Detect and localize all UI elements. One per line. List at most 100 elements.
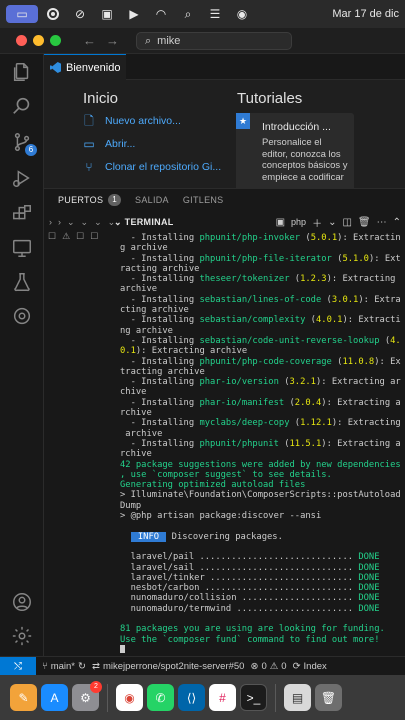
app-store-icon[interactable]: A (41, 684, 68, 711)
terminal-text: > Illuminate\Foundation\ComposerScripts:… (120, 490, 401, 501)
battery-icon[interactable]: ▣ (95, 5, 119, 23)
vscode-logo-icon (50, 62, 61, 73)
terminal-text: ): Extra (358, 294, 401, 305)
documents-stack-icon[interactable]: ▤ (284, 684, 311, 711)
index-status[interactable]: ⟳ Index (293, 661, 327, 672)
terminal-line: - Installing phar-io/manifest (2.0.4): E… (120, 398, 405, 408)
terminal-text: phpunit/php-file-iterator (199, 253, 332, 264)
remote-explorer-icon[interactable] (10, 236, 34, 260)
screen-menu-icon[interactable]: ▭ (6, 5, 38, 23)
terminal-text: - Installing (120, 418, 200, 429)
chevron-right-icon[interactable]: › (49, 217, 52, 228)
trash-icon[interactable]: 🗑 (358, 217, 371, 228)
whatsapp-icon[interactable]: ✆ (147, 684, 174, 711)
tab-output[interactable]: SALIDA (135, 195, 169, 205)
terminal-text: > @php artisan package:discover --ansi (120, 511, 322, 522)
problems-status[interactable]: ⊗ 0 ⚠ 0 (250, 661, 286, 672)
terminal-line (120, 644, 405, 653)
chevron-up-icon[interactable]: ⌃ (393, 217, 401, 228)
vscode-icon[interactable]: ⟨⟩ (178, 684, 205, 711)
tab-ports[interactable]: PUERTOS 1 (58, 194, 122, 206)
back-arrow-icon[interactable]: ← (83, 33, 96, 48)
terminal-text: g archive (120, 243, 168, 254)
new-file-link[interactable]: 🗋 Nuevo archivo... (82, 114, 181, 128)
terminal-line: - Installing sebastian/lines-of-code (3.… (120, 295, 405, 305)
terminal-output[interactable]: - Installing phpunit/php-invoker (5.0.1)… (120, 233, 405, 653)
terminal-line: archive (120, 429, 405, 439)
terminal-text: phar-io/manifest (199, 397, 285, 408)
siri-icon[interactable]: ◉ (230, 5, 254, 23)
repo-status[interactable]: ⇄ mikejperrone/spot2nite-server#50 (92, 661, 245, 672)
pages-app-icon[interactable]: ✎ (10, 684, 37, 711)
terminal-text: 3.2.1 (289, 377, 316, 388)
shell-name[interactable]: php (291, 217, 306, 227)
wifi-icon[interactable]: ◠ (149, 5, 173, 23)
terminal-text: ): Extractin (337, 233, 401, 243)
slack-icon[interactable]: # (209, 684, 236, 711)
terminal-text: - Installing (120, 335, 200, 346)
testing-icon[interactable] (10, 270, 34, 294)
play-icon[interactable]: ▶ (122, 5, 146, 23)
gitlens-icon[interactable] (10, 304, 34, 328)
run-debug-icon[interactable] (10, 166, 34, 190)
trash-icon[interactable]: 🗑 (315, 684, 342, 711)
terminal-text: 81 packages you are using are looking fo… (120, 624, 385, 635)
record-icon[interactable] (41, 5, 65, 23)
window-controls (16, 35, 61, 46)
source-control-icon[interactable]: 6 (10, 130, 37, 156)
branch-status[interactable]: ⑂ main* ↻ (42, 661, 86, 672)
terminal-line: - Installing myclabs/deep-copy (1.12.1):… (120, 418, 405, 428)
search-icon[interactable] (10, 94, 34, 118)
tab-welcome[interactable]: Bienvenido (44, 54, 126, 80)
chevron-down-icon[interactable]: ⌄ (67, 217, 75, 228)
clone-repo-link[interactable]: ⑂ Clonar el repositorio Gi... (82, 160, 221, 174)
terminal-line: > Illuminate\Foundation\ComposerScripts:… (120, 490, 405, 500)
zoom-window-button[interactable] (50, 35, 61, 46)
checkbox-icon[interactable]: ☐ (48, 231, 56, 242)
chevron-down-icon[interactable]: ⌄ (328, 217, 336, 228)
sync-icon: ⟳ (292, 660, 301, 672)
terminal-line: - Installing phpunit/php-code-coverage (… (120, 357, 405, 367)
terminal-app-icon[interactable]: >_ (240, 684, 267, 711)
search-icon[interactable]: ⌕ (176, 5, 200, 23)
warning-icon[interactable]: ⚠ (62, 231, 70, 242)
explorer-icon[interactable] (10, 60, 34, 84)
account-icon[interactable] (10, 590, 34, 614)
gitlens-label: GITLENS (182, 195, 224, 205)
terminal-text: DONE (358, 603, 380, 614)
menubar-date[interactable]: Mar 17 de dic (332, 8, 399, 20)
extensions-icon[interactable] (10, 202, 34, 226)
command-center-search[interactable]: ⌕ mike (136, 32, 292, 50)
close-window-button[interactable] (16, 35, 27, 46)
open-link[interactable]: ▭ Abrir... (82, 137, 135, 151)
remote-indicator[interactable]: ⤭ (0, 656, 36, 676)
chrome-icon[interactable]: ◉ (116, 684, 143, 711)
more-actions-icon[interactable]: ⋯ (377, 217, 387, 228)
forward-arrow-icon[interactable]: → (106, 33, 119, 48)
split-terminal-icon[interactable]: ◫ (342, 217, 351, 228)
control-center-icon[interactable]: ☰ (203, 5, 227, 23)
checkbox-icon[interactable]: ☐ (90, 231, 98, 242)
checkbox-icon[interactable]: ☐ (76, 231, 84, 242)
chevron-down-icon[interactable]: ⌄ (81, 217, 89, 228)
new-terminal-icon[interactable]: ＋ (312, 215, 322, 230)
terminal-text: nesbot/carbon ..........................… (120, 583, 359, 594)
terminal-text: - Installing (120, 438, 200, 449)
terminal-line: INFO Discovering packages. (120, 531, 405, 542)
minimize-window-button[interactable] (33, 35, 44, 46)
terminal-text: 5.0.1 (310, 233, 338, 243)
window-titlebar: ← → ⌕ mike (0, 28, 405, 54)
mute-icon[interactable]: ⊘ (68, 5, 92, 23)
chevron-right-icon[interactable]: › (58, 217, 61, 228)
tutorial-card[interactable]: ★ Introducción ... Personalice el editor… (236, 113, 354, 188)
system-settings-icon[interactable]: ⚙ 2 (72, 681, 102, 711)
terminal-text: - Installing (120, 233, 200, 243)
tab-gitlens[interactable]: GITLENS (183, 195, 224, 205)
notification-badge: 2 (90, 681, 102, 693)
settings-gear-icon[interactable] (10, 624, 34, 648)
chevron-down-icon[interactable]: ⌄ (94, 217, 102, 228)
terminal-title[interactable]: ⌄ TERMINAL (114, 217, 174, 228)
terminal-text: archive (120, 284, 158, 295)
terminal-text: ( (321, 294, 332, 305)
